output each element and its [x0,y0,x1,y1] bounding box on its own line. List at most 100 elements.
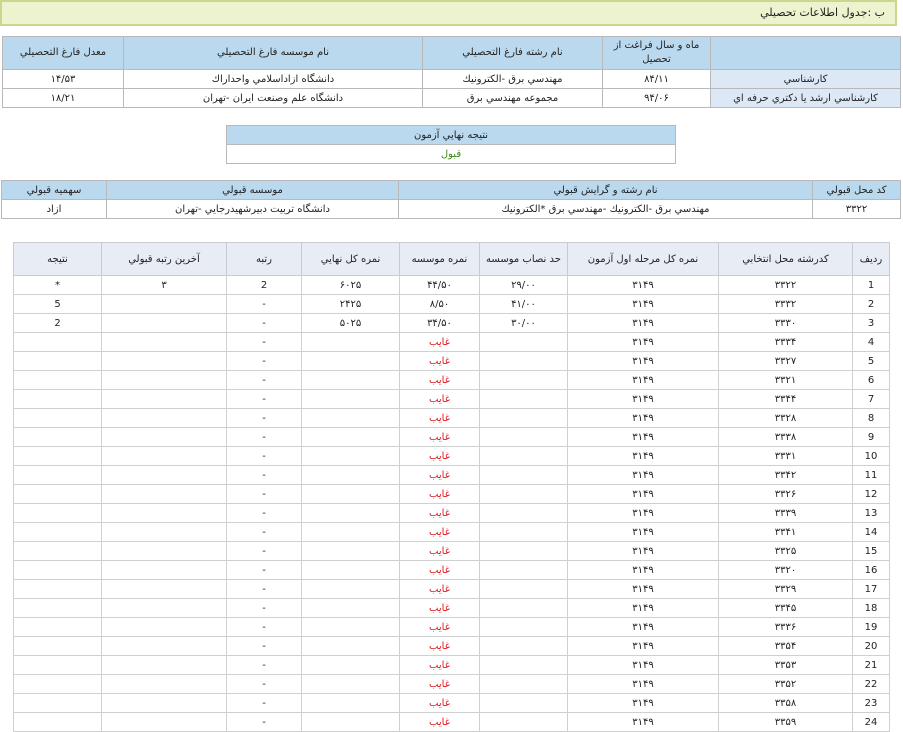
institution-name: دانشگاه علم وصنعت ايران -تهران [123,88,423,108]
education-header-institution: نام موسسه فارغ التحصيلي [123,36,423,70]
min-threshold [479,408,568,428]
institution-score: غايب [399,408,480,428]
result [13,541,102,561]
table-row: 7 ۳۳۴۴ ۳۱۴۹ غايب - [13,389,890,409]
rank: - [226,636,302,656]
min-threshold [479,617,568,637]
education-header-degree [710,36,901,70]
choices-header-stage1-score: نمره كل مرحله اول آزمون [567,242,719,276]
choices-header-code: كدرشته محل انتخابي [718,242,853,276]
institution-score: ۴۴/۵۰ [399,275,480,295]
row-number: 8 [852,408,890,428]
rank: - [226,313,302,333]
min-threshold [479,427,568,447]
row-number: 2 [852,294,890,314]
choice-code: ۳۳۵۲ [718,674,853,694]
result [13,427,102,447]
row-number: 24 [852,712,890,732]
row-number: 10 [852,446,890,466]
final-score [301,427,400,447]
stage1-score: ۳۱۴۹ [567,275,719,295]
result [13,712,102,732]
admission-header-code: كد محل قبولي [812,180,901,200]
choice-code: ۳۳۳۴ [718,332,853,352]
choice-code: ۳۳۵۸ [718,693,853,713]
result [13,693,102,713]
rank: - [226,560,302,580]
table-row: 16 ۳۳۲۰ ۳۱۴۹ غايب - [13,560,890,580]
rank: - [226,408,302,428]
stage1-score: ۳۱۴۹ [567,655,719,675]
education-header-field: نام رشته فارغ التحصيلي [422,36,603,70]
choices-header-rank: رتبه [226,242,302,276]
final-score [301,636,400,656]
choice-code: ۳۳۲۸ [718,408,853,428]
rank: - [226,674,302,694]
admission-row: ۳۳۲۲ مهندسي برق -الكترونيك -مهندسي برق *… [1,199,901,219]
admission-header-row: كد محل قبولي نام رشته و گرايش قبولي موسس… [1,180,901,200]
min-threshold [479,579,568,599]
choices-header-result: نتيجه [13,242,102,276]
institution-score: غايب [399,503,480,523]
min-threshold [479,522,568,542]
row-number: 11 [852,465,890,485]
education-row: كارشناسي ۸۴/۱۱ مهندسي برق -الكترونيك دان… [2,69,901,89]
institution-score: غايب [399,484,480,504]
row-number: 21 [852,655,890,675]
institution-score: غايب [399,617,480,637]
last-accepted-rank [101,674,227,694]
last-accepted-rank [101,427,227,447]
institution-score: غايب [399,351,480,371]
table-row: 1 ۳۳۲۲ ۳۱۴۹ ۲۹/۰۰ ۴۴/۵۰ ۶۰۲۵ 2 ۳ * [13,275,890,295]
result [13,446,102,466]
stage1-score: ۳۱۴۹ [567,370,719,390]
choice-code: ۳۳۴۱ [718,522,853,542]
institution-score: غايب [399,598,480,618]
choice-code: ۳۳۳۲ [718,294,853,314]
result [13,598,102,618]
table-row: 3 ۳۳۳۰ ۳۱۴۹ ۳۰/۰۰ ۳۴/۵۰ ۵۰۲۵- 2 [13,313,890,333]
stage1-score: ۳۱۴۹ [567,389,719,409]
field-name: مهندسي برق -الكترونيك [422,69,603,89]
rank: - [226,294,302,314]
min-threshold [479,541,568,561]
stage1-score: ۳۱۴۹ [567,332,719,352]
result [13,522,102,542]
choice-code: ۳۳۳۶ [718,617,853,637]
choice-code: ۳۳۲۵ [718,541,853,561]
rank: - [226,427,302,447]
min-threshold [479,484,568,504]
rank: - [226,655,302,675]
row-number: 1 [852,275,890,295]
last-accepted-rank [101,636,227,656]
table-row: 8 ۳۳۲۸ ۳۱۴۹ غايب - [13,408,890,428]
row-number: 13 [852,503,890,523]
stage1-score: ۳۱۴۹ [567,446,719,466]
stage1-score: ۳۱۴۹ [567,503,719,523]
last-accepted-rank [101,370,227,390]
table-row: 13 ۳۳۳۹ ۳۱۴۹ غايب - [13,503,890,523]
final-result-header: نتيجه نهايي آزمون [226,125,676,145]
rank: - [226,446,302,466]
last-accepted-rank [101,332,227,352]
choice-code: ۳۳۴۵ [718,598,853,618]
stage1-score: ۳۱۴۹ [567,693,719,713]
rank: - [226,598,302,618]
last-accepted-rank [101,522,227,542]
degree-label: كارشناسي ارشد يا دكتري حرفه اي [710,88,901,108]
section-title: ب :جدول اطلاعات تحصيلي [0,0,897,26]
institution-score: غايب [399,636,480,656]
table-row: 23 ۳۳۵۸ ۳۱۴۹ غايب - [13,693,890,713]
choice-code: ۳۳۳۰ [718,313,853,333]
rank: - [226,541,302,561]
last-accepted-rank [101,313,227,333]
choice-code: ۳۳۲۶ [718,484,853,504]
last-accepted-rank [101,655,227,675]
min-threshold [479,655,568,675]
final-score [301,370,400,390]
row-number: 18 [852,598,890,618]
last-accepted-rank [101,503,227,523]
choice-code: ۳۳۲۱ [718,370,853,390]
admission-quota: ازاد [1,199,107,219]
rank: - [226,712,302,732]
